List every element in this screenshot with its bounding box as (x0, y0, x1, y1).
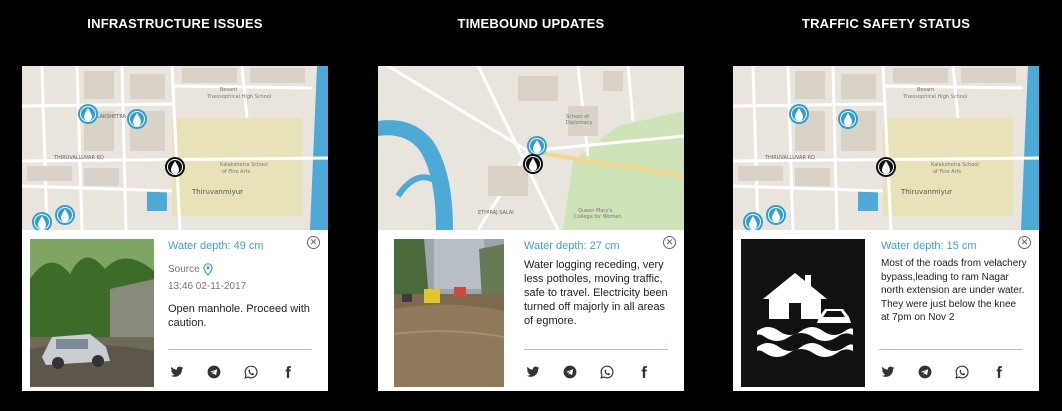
water-marker-icon[interactable] (527, 136, 547, 156)
svg-text:Besant: Besant (917, 87, 934, 93)
map-infrastructure[interactable]: Besant Theosophical High School Kalakshe… (22, 66, 328, 230)
selected-marker-icon[interactable] (165, 157, 185, 177)
svg-text:of Fine Arts: of Fine Arts (933, 169, 962, 175)
svg-text:of Fine Arts: of Fine Arts (222, 169, 251, 175)
svg-text:Diplomacy: Diplomacy (566, 120, 593, 126)
report-card: ✕ Water depth: 15 cm Most of the roads f… (733, 230, 1039, 391)
svg-text:Besant: Besant (220, 87, 237, 93)
divider (168, 349, 312, 350)
water-marker-icon[interactable] (766, 205, 786, 225)
divider (524, 349, 668, 350)
share-bar (879, 363, 1007, 380)
panel-infrastructure: Besant Theosophical High School Kalakshe… (22, 66, 328, 391)
location-pin-icon[interactable] (203, 263, 213, 276)
water-marker-icon[interactable] (78, 104, 98, 124)
telegram-icon[interactable] (561, 363, 578, 380)
whatsapp-icon[interactable] (242, 363, 259, 380)
share-bar (168, 363, 296, 380)
panel-title-infrastructure: INFRASTRUCTURE ISSUES (87, 16, 263, 31)
report-card: ✕ Water depth: 49 cm Source 13:46 02-11-… (22, 230, 328, 391)
divider (879, 349, 1023, 350)
twitter-icon[interactable] (168, 363, 185, 380)
twitter-icon[interactable] (524, 363, 541, 380)
share-bar (524, 363, 652, 380)
svg-text:Thiruvanmiyur: Thiruvanmiyur (900, 188, 952, 196)
report-photo (30, 239, 154, 387)
facebook-icon[interactable] (635, 363, 652, 380)
map-traffic-safety[interactable]: Besant Theosophical High School Kalakshe… (733, 66, 1039, 230)
selected-marker-icon[interactable] (523, 154, 543, 174)
svg-text:Thiruvanmiyur: Thiruvanmiyur (191, 188, 243, 196)
telegram-icon[interactable] (916, 363, 933, 380)
report-description: Most of the roads from velachery bypass,… (881, 258, 1027, 323)
panel-title-timebound: TIMEBOUND UPDATES (457, 16, 605, 31)
water-depth: Water depth: 15 cm (881, 240, 977, 252)
whatsapp-icon[interactable] (598, 363, 615, 380)
selected-marker-icon[interactable] (876, 157, 896, 177)
report-card: ✕ Water depth: 27 cm Water logging reced… (378, 230, 684, 391)
whatsapp-icon[interactable] (953, 363, 970, 380)
svg-text:Theosophical High School: Theosophical High School (206, 94, 271, 100)
twitter-icon[interactable] (879, 363, 896, 380)
svg-text:ETHIRAJ SALAI: ETHIRAJ SALAI (478, 210, 514, 216)
report-description: Water logging receding, very less pothol… (524, 259, 668, 327)
svg-text:Theosophical High School: Theosophical High School (902, 94, 967, 100)
water-marker-icon[interactable] (127, 109, 147, 129)
water-marker-icon[interactable] (838, 109, 858, 129)
svg-text:College for Women: College for Women (574, 214, 622, 220)
telegram-icon[interactable] (205, 363, 222, 380)
facebook-icon[interactable] (279, 363, 296, 380)
facebook-icon[interactable] (990, 363, 1007, 380)
source-label: Source (168, 264, 200, 275)
panel-title-traffic-safety: TRAFFIC SAFETY STATUS (801, 16, 971, 31)
report-photo (394, 239, 504, 387)
water-depth: Water depth: 49 cm (168, 240, 264, 252)
flood-house-car-icon (741, 239, 865, 387)
water-depth: Water depth: 27 cm (524, 240, 620, 252)
timestamp: 13:46 02-11-2017 (168, 281, 247, 292)
map-timebound[interactable]: School of Diplomacy Queen Mary's College… (378, 66, 684, 230)
svg-text:THIRUVALLUVAR RD: THIRUVALLUVAR RD (53, 155, 104, 161)
water-marker-icon[interactable] (55, 205, 75, 225)
report-description: Open manhole. Proceed with caution. (168, 303, 310, 329)
svg-text:Kalakshetra School: Kalakshetra School (220, 162, 268, 168)
panel-traffic-safety: Besant Theosophical High School Kalakshe… (733, 66, 1039, 391)
panel-timebound: School of Diplomacy Queen Mary's College… (378, 66, 684, 391)
svg-text:Kalakshetra School: Kalakshetra School (931, 162, 979, 168)
svg-text:THIRUVALLUVAR RD: THIRUVALLUVAR RD (764, 155, 815, 161)
water-marker-icon[interactable] (789, 104, 809, 124)
